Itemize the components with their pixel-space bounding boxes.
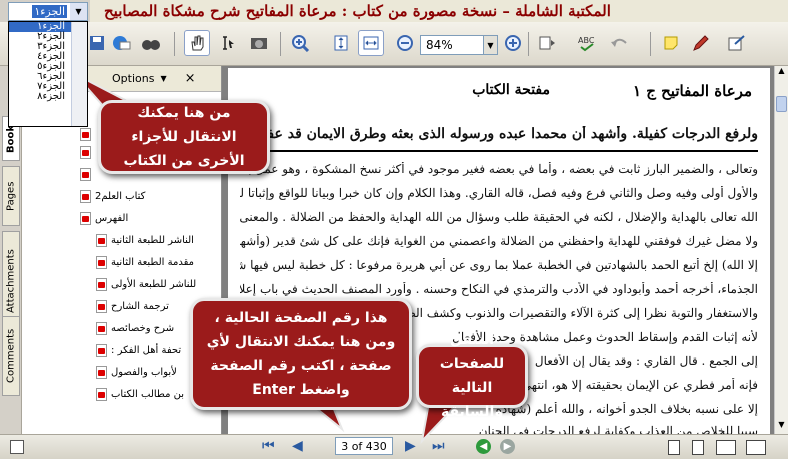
vertical-scrollbar[interactable]: ▲ ▼ (774, 66, 788, 434)
bookmark-item[interactable]: بن مطالب الكتاب (96, 386, 184, 402)
fit-width-icon[interactable] (358, 30, 384, 56)
bookmark-item[interactable]: الناشر للطبعة الثانية (96, 232, 194, 248)
bookmark-item[interactable]: للناشر للطبعة الأولى (96, 276, 196, 292)
page-header-center: مفتحة الكتاب (472, 82, 550, 98)
bookmark-item[interactable]: : تحفة أهل الفكر (96, 342, 181, 358)
volume-dropdown-list[interactable]: الجزء١ الجزء٢ الجزء٣ الجزء٤ الجزء٥ الجزء… (8, 21, 88, 127)
text-line: وتعالى ، والضمير البارز ثابت في بعضه ، و… (240, 162, 758, 176)
pdf-bookmark-icon (96, 277, 107, 291)
hand-tool-icon[interactable] (184, 30, 210, 56)
divider (240, 150, 758, 152)
pdf-bookmark-icon (96, 365, 107, 379)
go-back-icon[interactable]: ◀ (476, 439, 491, 454)
pdf-bookmark-icon (96, 343, 107, 357)
pdf-bookmark-icon (96, 233, 107, 247)
bookmark-item[interactable]: مقدمة الطبعة الثانية (96, 254, 194, 270)
single-page-icon[interactable] (668, 440, 680, 455)
bookmark-item[interactable] (80, 144, 95, 160)
previous-page-icon[interactable]: ◀ (292, 438, 303, 454)
pdf-bookmark-icon (96, 255, 107, 269)
tab-pages[interactable]: Pages (2, 166, 20, 226)
page-header-right: مرعاة المفاتيح ج ١ (632, 82, 752, 100)
fit-height-icon[interactable] (328, 30, 354, 56)
pdf-bookmark-icon (80, 189, 91, 203)
pdf-bookmark-icon (96, 321, 107, 335)
scroll-down-icon[interactable]: ▼ (775, 420, 788, 434)
options-arrow-icon[interactable]: ▼ (160, 74, 166, 83)
text-line: والأول أولى وفيه وصل والثاني فرع وفيه فص… (240, 186, 758, 200)
facing-pages-icon[interactable] (716, 440, 736, 455)
go-forward-icon[interactable]: ▶ (500, 439, 515, 454)
pdf-bookmark-icon (80, 145, 91, 159)
scrollbar-thumb[interactable] (776, 96, 787, 112)
volume-selected: الجزء١ (32, 5, 67, 18)
callout-navigation: التنقل للصفحات التالية والسابقة (416, 332, 528, 420)
text-line: الجذماء، أخرجه أحمد وأبوداود في الأدب وا… (240, 282, 758, 296)
pdf-bookmark-icon (96, 299, 107, 313)
first-page-icon[interactable]: ⏮ (262, 438, 275, 454)
zoom-field[interactable]: 84% (420, 35, 484, 55)
main-toolbar: ABC (0, 22, 788, 66)
snapshot-icon[interactable] (246, 30, 272, 56)
callout-page-number: هذا رقم الصفحة الحالية ، ومن هنا يمكنك ا… (190, 298, 412, 410)
continuous-facing-icon[interactable] (746, 440, 766, 455)
rotate-page-icon[interactable] (534, 30, 560, 56)
sign-icon[interactable] (724, 30, 750, 56)
sticky-note-icon[interactable] (658, 30, 684, 56)
pencil-icon[interactable] (688, 30, 714, 56)
chevron-down-icon[interactable]: ▼ (70, 3, 87, 20)
binoculars-icon[interactable] (138, 30, 164, 56)
text-line: إلا الله) إلخ أتبع الحمد بالشهادتين في ا… (240, 258, 758, 272)
next-page-icon[interactable]: ▶ (405, 438, 416, 454)
zoom-in-icon[interactable] (288, 30, 314, 56)
scroll-up-icon[interactable]: ▲ (775, 66, 788, 80)
zoom-out-icon[interactable] (392, 30, 418, 56)
zoom-in-small-icon[interactable] (500, 30, 526, 56)
bookmark-item[interactable]: الفهرس (80, 210, 128, 226)
bookmark-item[interactable]: 2كتاب العلم (80, 188, 145, 204)
callout-volumes: من هنا يمكنك الانتقال للأجزاء الأخرى من … (98, 100, 270, 174)
spelling-icon[interactable]: ABC (574, 30, 600, 56)
dropdown-scrollbar[interactable] (71, 22, 87, 126)
page-number-field[interactable]: 3 of 430 (335, 437, 393, 455)
app-window: المكتبة الشاملة – نسخة مصورة من كتاب : م… (0, 0, 788, 459)
volume-select[interactable]: الجزء١ ▼ (8, 2, 88, 21)
status-bar: ⏮ ◀ ▶ ⏭ ◀ ▶ (0, 434, 788, 459)
bookmark-item[interactable]: لأبواب والفصول (96, 364, 177, 380)
close-panel-icon[interactable]: × (185, 71, 196, 86)
window-title: المكتبة الشاملة – نسخة مصورة من كتاب : م… (90, 0, 788, 22)
pdf-bookmark-icon (96, 387, 107, 401)
select-text-icon[interactable] (214, 30, 240, 56)
bookmark-item[interactable]: شرح وخصائصه (96, 320, 174, 336)
pdf-bookmark-icon (80, 211, 91, 225)
tab-comments[interactable]: Comments (2, 316, 20, 396)
bookmark-item[interactable] (80, 166, 95, 182)
email-icon[interactable] (108, 30, 134, 56)
undo-icon[interactable] (606, 30, 632, 56)
text-line: ولرفع الدرجات كفيلة. وأشهد أن محمدا عبده… (253, 126, 758, 142)
page-layout-icon[interactable] (10, 440, 24, 454)
zoom-dropdown-arrow-icon[interactable]: ▼ (483, 35, 498, 55)
bookmark-item[interactable]: ترجمة الشارح (96, 298, 169, 314)
continuous-page-icon[interactable] (692, 440, 704, 455)
bookmark-item[interactable] (80, 126, 95, 142)
pdf-bookmark-icon (80, 167, 91, 181)
text-line: الله تعالى بالهداية والإضلال ، لكنه في ا… (240, 210, 758, 224)
text-line: ولا مضل غيرك فوفقني للهداية واحفظني من ا… (240, 234, 758, 248)
pdf-bookmark-icon (80, 127, 91, 141)
